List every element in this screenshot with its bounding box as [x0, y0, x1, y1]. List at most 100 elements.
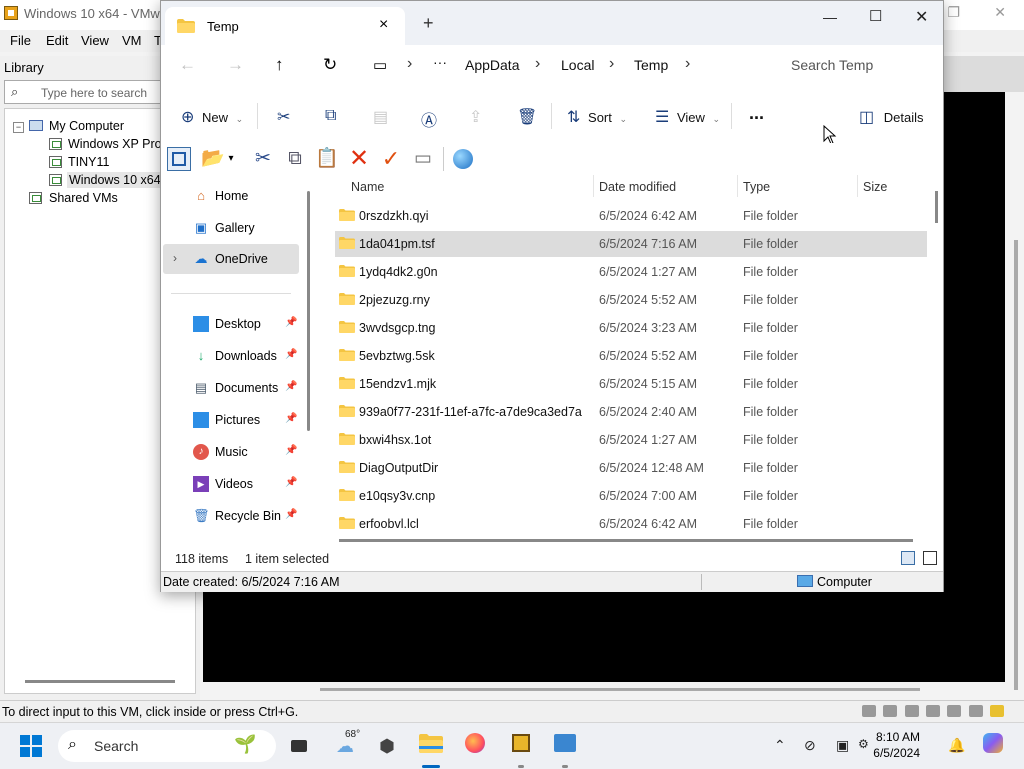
file-row[interactable]: bxwi4hsx.1ot 6/5/2024 1:27 AM File folder	[335, 427, 927, 453]
file-list-hscrollbar[interactable]	[339, 539, 913, 542]
maximize-icon[interactable]: ☐	[869, 7, 882, 25]
chevron-down-icon[interactable]: ▾	[225, 147, 237, 171]
tree-item-windows-10[interactable]: Windows 10 x64	[67, 172, 163, 188]
task-view-icon[interactable]	[286, 733, 312, 759]
sound-icon[interactable]	[947, 705, 962, 717]
library-hscrollbar[interactable]	[25, 680, 175, 683]
menu-vm[interactable]: VM	[122, 33, 142, 48]
pin-icon[interactable]: 📌	[285, 477, 297, 488]
sort-button[interactable]: ⇅ Sort ⌄	[567, 107, 627, 127]
nav-onedrive[interactable]: › ☁ OneDrive	[163, 244, 299, 274]
globe-icon[interactable]	[451, 147, 475, 171]
column-header-date[interactable]: Date modified	[599, 180, 676, 194]
nav-gallery[interactable]: ▣ Gallery	[161, 213, 299, 243]
view-button[interactable]: ☰ View ⌄	[655, 107, 720, 127]
file-row[interactable]: 2pjezuzg.rny 6/5/2024 5:52 AM File folder	[335, 287, 927, 313]
delete-button[interactable]: 🗑	[517, 107, 537, 127]
file-row[interactable]: 1ydq4dk2.g0n 6/5/2024 1:27 AM File folder	[335, 259, 927, 285]
firefox-icon[interactable]	[462, 733, 488, 759]
file-row[interactable]: 0rszdzkh.qyi 6/5/2024 6:42 AM File folder	[335, 203, 927, 229]
details-button[interactable]: ◫ Details	[859, 107, 924, 127]
copy-icon[interactable]: ⧉	[283, 147, 307, 171]
notification-bell-icon[interactable]: 🔔	[948, 737, 965, 754]
file-row[interactable]: DiagOutputDir 6/5/2024 12:48 AM File folde…	[335, 455, 927, 481]
system-clock[interactable]: 8:10 AM 6/5/2024	[868, 729, 920, 761]
breadcrumb-local[interactable]: Local	[561, 57, 594, 73]
pin-icon[interactable]: 📌	[285, 413, 297, 424]
nav-pictures[interactable]: Pictures 📌	[161, 405, 299, 435]
scissors-icon[interactable]: ✂	[251, 147, 275, 171]
tree-item-shared-vms[interactable]: Shared VMs	[49, 191, 118, 205]
column-divider[interactable]	[737, 175, 738, 197]
vm-console-hscrollbar[interactable]	[320, 688, 920, 691]
nav-music[interactable]: ♪ Music 📌	[161, 437, 299, 467]
nav-desktop[interactable]: Desktop 📌	[161, 309, 299, 339]
breadcrumb-overflow-icon[interactable]: ···	[433, 54, 447, 70]
column-header-size[interactable]: Size	[863, 180, 887, 194]
back-arrow-icon[interactable]: ←	[179, 55, 196, 75]
paste-button[interactable]: ▤	[373, 107, 388, 127]
file-row[interactable]: e10qsy3v.cnp 6/5/2024 7:00 AM File folder	[335, 483, 927, 509]
pin-icon[interactable]: 📌	[285, 445, 297, 456]
file-row[interactable]: 939a0f77-231f-11ef-a7fc-a7de9ca3ed7a 6/5/…	[335, 399, 927, 425]
share-button[interactable]: ⇪	[469, 107, 482, 127]
breadcrumb-temp[interactable]: Temp	[634, 57, 668, 73]
network-icon[interactable]	[904, 705, 919, 717]
tiles-view-icon[interactable]	[923, 551, 937, 565]
file-list-vscrollbar[interactable]	[935, 191, 938, 223]
close-tab-icon[interactable]: ×	[379, 16, 388, 34]
tab-temp[interactable]: Temp ×	[165, 7, 405, 45]
copilot-icon[interactable]	[980, 733, 1006, 759]
tree-item-my-computer[interactable]: My Computer	[49, 119, 124, 133]
taskbar-search-box[interactable]: ⌕ Search 🌱	[58, 730, 276, 762]
vmware-taskbar-icon[interactable]	[508, 733, 534, 759]
chevron-right-icon[interactable]: ›	[685, 55, 690, 73]
virtualbox-icon[interactable]: ⬢	[374, 733, 400, 759]
nav-scrollbar[interactable]	[307, 191, 310, 431]
vmware-restore-icon[interactable]: ❐	[947, 4, 960, 21]
menu-view[interactable]: View	[81, 33, 109, 48]
nav-videos[interactable]: ▶ Videos 📌	[161, 469, 299, 499]
device-icon[interactable]: ▣	[836, 737, 849, 754]
delete-x-icon[interactable]: ✕	[347, 147, 371, 171]
pin-icon[interactable]: 📌	[285, 317, 297, 328]
cut-button[interactable]: ✂	[277, 107, 290, 127]
nav-home[interactable]: ⌂ Home	[161, 181, 299, 211]
file-explorer-icon[interactable]	[418, 733, 444, 759]
file-row[interactable]: 1da041pm.tsf 6/5/2024 7:16 AM File folder	[335, 231, 927, 257]
checkmark-icon[interactable]: ✓	[379, 147, 403, 171]
forward-arrow-icon[interactable]: →	[227, 55, 244, 75]
remote-desktop-icon[interactable]	[552, 733, 578, 759]
monitor-icon[interactable]: ▭	[373, 56, 387, 74]
file-row[interactable]: 3wvdsgcp.tng 6/5/2024 3:23 AM File folder	[335, 315, 927, 341]
new-tab-icon[interactable]: +	[423, 13, 434, 34]
search-input[interactable]: Search Temp	[781, 51, 931, 79]
tree-collapse-icon[interactable]: −	[13, 122, 24, 133]
tree-item-tiny11[interactable]: TINY11	[68, 155, 109, 169]
display-icon[interactable]	[968, 705, 983, 717]
pin-icon[interactable]: 📌	[285, 509, 297, 520]
show-hidden-icons-chevron-icon[interactable]: ⌃	[774, 737, 786, 754]
nav-downloads[interactable]: ↓ Downloads 📌	[161, 341, 299, 371]
column-header-name[interactable]: Name	[351, 180, 384, 194]
tree-item-windows-xp[interactable]: Windows XP Prof	[68, 137, 165, 151]
menu-file[interactable]: File	[10, 33, 31, 48]
folders-pane-icon[interactable]	[167, 147, 191, 171]
chevron-right-icon[interactable]: ›	[173, 251, 177, 265]
copy-button[interactable]: ⧉	[325, 107, 336, 125]
details-view-icon[interactable]	[901, 551, 915, 565]
printer-icon[interactable]	[925, 705, 940, 717]
hdd-icon[interactable]	[861, 705, 876, 717]
up-arrow-icon[interactable]: ↑	[275, 55, 284, 75]
rename-button[interactable]: Ⓐ	[421, 107, 437, 131]
pin-icon[interactable]: 📌	[285, 381, 297, 392]
new-button[interactable]: ⊕ New ⌄	[181, 107, 243, 127]
vmware-close-icon[interactable]: ✕	[994, 4, 1006, 21]
minimize-icon[interactable]: —	[823, 9, 837, 25]
see-more-button[interactable]: ...	[749, 103, 764, 124]
pin-icon[interactable]: 📌	[285, 349, 297, 360]
windows-start-icon[interactable]	[20, 735, 42, 757]
column-header-type[interactable]: Type	[743, 180, 770, 194]
move-to-folder-icon[interactable]: 📂	[201, 147, 225, 171]
cd-icon[interactable]	[883, 705, 898, 717]
